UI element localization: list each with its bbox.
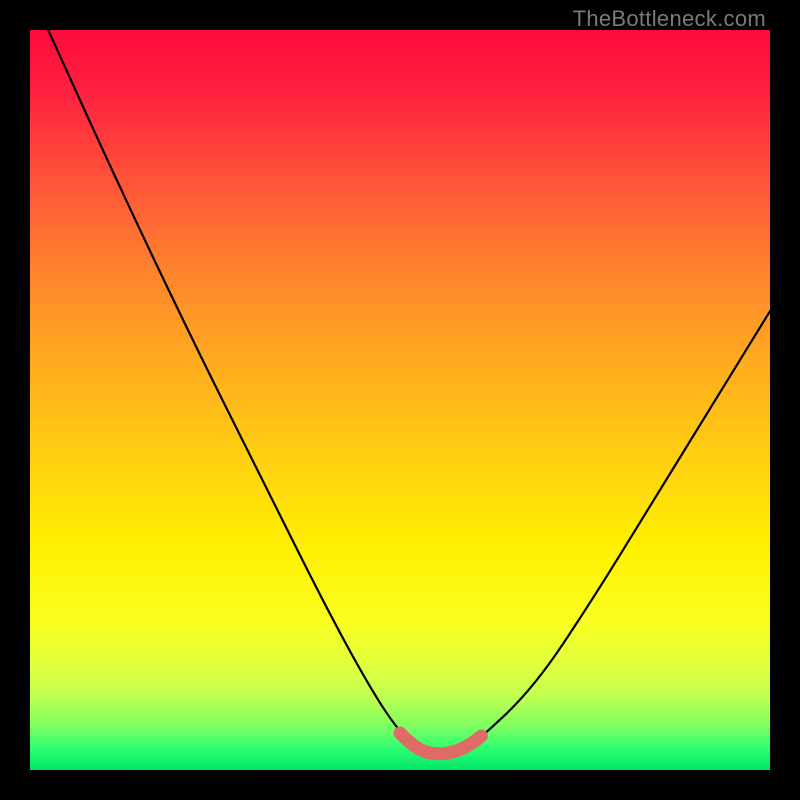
watermark-text: TheBottleneck.com xyxy=(573,6,766,32)
bottleneck-curve-path xyxy=(45,30,770,753)
chart-plot-area xyxy=(30,30,770,770)
chart-svg xyxy=(30,30,770,770)
flat-region-highlight-path xyxy=(400,733,481,754)
